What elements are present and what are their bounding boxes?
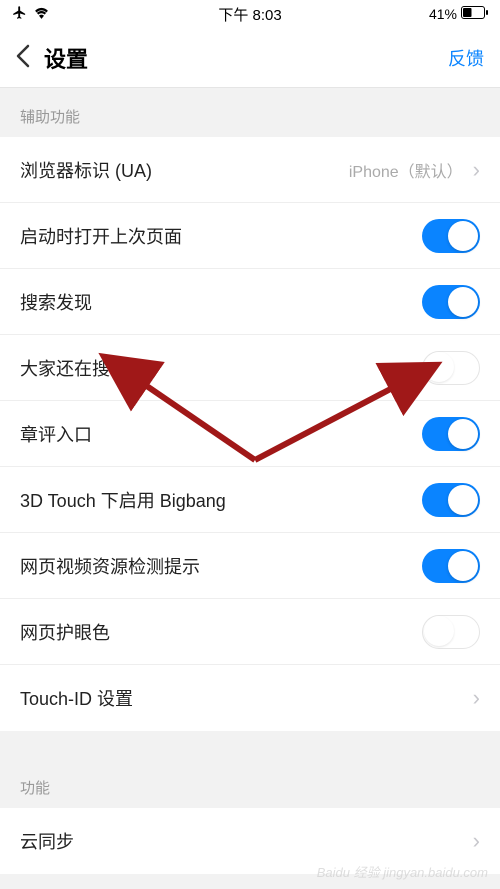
row-label: 云同步 — [20, 828, 74, 854]
page-title: 设置 — [44, 42, 88, 74]
settings-list-accessibility: 浏览器标识 (UA) iPhone（默认） › 启动时打开上次页面 搜索发现 大… — [0, 137, 500, 731]
row-3d-touch-bigbang: 3D Touch 下启用 Bigbang — [0, 467, 500, 533]
toggle-video-detect[interactable] — [422, 549, 480, 583]
toggle-search-discover[interactable] — [422, 285, 480, 319]
section-header-accessibility: 辅助功能 — [0, 88, 500, 137]
toggle-review-entry[interactable] — [422, 417, 480, 451]
status-left — [12, 5, 50, 23]
row-others-searching: 大家还在搜 — [0, 335, 500, 401]
row-label: 浏览器标识 (UA) — [20, 157, 152, 183]
watermark: Baidu 经验 jingyan.baidu.com — [317, 862, 488, 881]
row-label: 网页护眼色 — [20, 619, 110, 645]
row-label: 启动时打开上次页面 — [20, 223, 182, 249]
status-right: 41% — [429, 6, 488, 22]
chevron-right-icon: › — [473, 830, 480, 852]
row-label: 网页视频资源检测提示 — [20, 553, 200, 579]
battery-icon — [461, 6, 488, 22]
status-time: 下午 8:03 — [218, 4, 281, 25]
row-label: Touch-ID 设置 — [20, 685, 133, 711]
row-restore-last-page: 启动时打开上次页面 — [0, 203, 500, 269]
back-button[interactable] — [16, 44, 30, 72]
row-video-detect: 网页视频资源检测提示 — [0, 533, 500, 599]
battery-text: 41% — [429, 6, 457, 22]
chevron-right-icon: › — [473, 159, 480, 181]
row-eye-protect-color: 网页护眼色 — [0, 599, 500, 665]
row-label: 搜索发现 — [20, 289, 92, 315]
toggle-eye-protect-color[interactable] — [422, 615, 480, 649]
row-label: 大家还在搜 — [20, 355, 110, 381]
airplane-icon — [12, 5, 27, 23]
row-value: iPhone（默认） — [349, 158, 463, 182]
chevron-right-icon: › — [473, 687, 480, 709]
wifi-icon — [33, 6, 50, 22]
row-review-entry: 章评入口 — [0, 401, 500, 467]
row-label: 3D Touch 下启用 Bigbang — [20, 487, 226, 513]
row-browser-ua[interactable]: 浏览器标识 (UA) iPhone（默认） › — [0, 137, 500, 203]
row-label: 章评入口 — [20, 421, 92, 447]
row-touch-id[interactable]: Touch-ID 设置 › — [0, 665, 500, 731]
status-bar: 下午 8:03 41% — [0, 0, 500, 28]
toggle-restore-last-page[interactable] — [422, 219, 480, 253]
feedback-link[interactable]: 反馈 — [448, 45, 484, 71]
toggle-3d-touch-bigbang[interactable] — [422, 483, 480, 517]
section-spacer — [0, 731, 500, 769]
nav-bar: 设置 反馈 — [0, 28, 500, 88]
toggle-others-searching[interactable] — [422, 351, 480, 385]
section-header-features: 功能 — [0, 769, 500, 808]
row-search-discover: 搜索发现 — [0, 269, 500, 335]
